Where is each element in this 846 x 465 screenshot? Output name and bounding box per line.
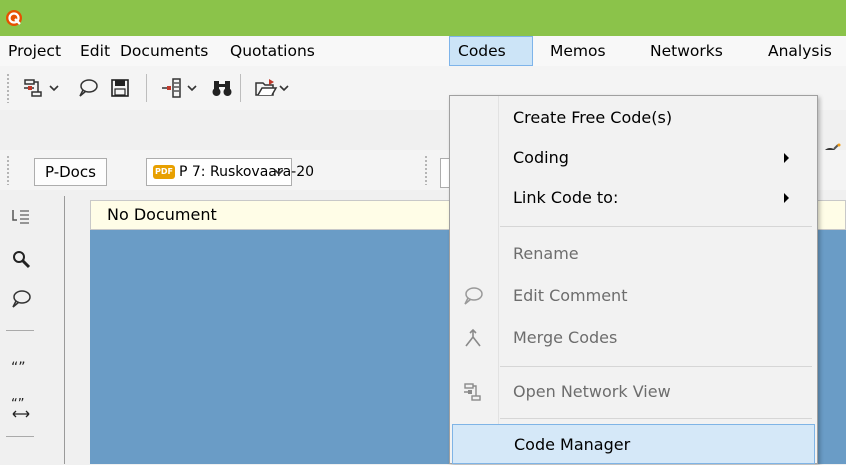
menu-item-create-free-codes[interactable]: Create Free Code(s) bbox=[452, 98, 815, 138]
menu-item-label: Edit Comment bbox=[513, 286, 628, 305]
menu-codes[interactable]: Codes bbox=[449, 36, 533, 66]
folder-open-icon bbox=[255, 79, 278, 96]
search-button[interactable] bbox=[208, 74, 236, 102]
document-tree-icon bbox=[162, 78, 181, 98]
chevron-down-icon bbox=[187, 85, 197, 92]
network-view-icon bbox=[24, 79, 42, 97]
save-icon bbox=[111, 79, 129, 97]
app-logo-icon bbox=[6, 10, 22, 26]
menu-item-edit-comment[interactable]: Edit Comment bbox=[452, 276, 815, 316]
network-view-icon bbox=[462, 381, 484, 403]
codes-menu: Create Free Code(s) Coding Link Code to:… bbox=[449, 95, 818, 464]
menu-separator bbox=[500, 418, 812, 419]
side-separator bbox=[6, 330, 34, 331]
menu-item-link-code-to[interactable]: Link Code to: bbox=[452, 178, 815, 218]
primary-docs-dropdown[interactable] bbox=[184, 74, 200, 102]
comment-button[interactable] bbox=[10, 288, 32, 310]
menu-memos[interactable]: Memos bbox=[542, 36, 614, 66]
document-title: No Document bbox=[107, 205, 217, 224]
svg-text:“”: “” bbox=[11, 398, 24, 412]
toolbar-grip[interactable] bbox=[6, 73, 10, 103]
menu-separator bbox=[500, 226, 812, 227]
menu-documents[interactable]: Documents bbox=[112, 36, 216, 66]
menu-item-label: Coding bbox=[513, 148, 569, 167]
menu-item-code-manager[interactable]: Code Manager bbox=[452, 424, 815, 464]
save-button[interactable] bbox=[106, 74, 134, 102]
toolbar-grip[interactable] bbox=[424, 155, 428, 185]
code-list-icon bbox=[12, 210, 29, 224]
menu-item-label: Link Code to: bbox=[513, 188, 619, 207]
submenu-arrow-icon bbox=[784, 153, 789, 163]
merge-icon bbox=[462, 327, 484, 349]
resize-quotation-button[interactable]: “” bbox=[10, 398, 32, 420]
chevron-down-icon bbox=[49, 85, 59, 92]
speech-bubble-icon bbox=[79, 79, 98, 97]
pdf-icon: PDF bbox=[153, 165, 175, 179]
network-view-dropdown[interactable] bbox=[46, 74, 62, 102]
menu-separator bbox=[500, 366, 812, 367]
document-select[interactable]: PDF P 7: Ruskovaara-20 bbox=[146, 158, 314, 186]
side-separator bbox=[6, 436, 34, 437]
open-folder-dropdown[interactable] bbox=[276, 74, 292, 102]
toolbar-separator bbox=[146, 74, 147, 102]
speech-bubble-icon bbox=[462, 285, 484, 307]
search-button[interactable] bbox=[10, 248, 32, 270]
menu-item-open-network-view[interactable]: Open Network View bbox=[452, 372, 815, 412]
menu-item-label: Open Network View bbox=[513, 382, 671, 401]
chevron-down-icon bbox=[273, 159, 285, 194]
speech-bubble-icon bbox=[12, 290, 31, 308]
menu-item-rename[interactable]: Rename bbox=[452, 234, 815, 274]
menu-item-coding[interactable]: Coding bbox=[452, 138, 815, 178]
side-toolbar: “” “” bbox=[0, 196, 40, 464]
magnifier-icon bbox=[13, 251, 31, 269]
binoculars-icon bbox=[212, 81, 232, 96]
side-divider bbox=[64, 196, 65, 464]
document-select-value: P 7: Ruskovaara-20 bbox=[179, 164, 315, 180]
menu-item-label: Rename bbox=[513, 244, 579, 263]
menu-bar: Project Edit Documents Quotations Codes … bbox=[0, 36, 846, 67]
quote-resize-icon: “” bbox=[11, 398, 30, 418]
menu-item-label: Code Manager bbox=[514, 435, 631, 454]
primary-docs-network-button[interactable] bbox=[158, 74, 186, 102]
menu-item-merge-codes[interactable]: Merge Codes bbox=[452, 318, 815, 358]
quotation-button[interactable]: “” bbox=[10, 356, 32, 378]
menu-analysis[interactable]: Analysis bbox=[760, 36, 840, 66]
title-bar bbox=[0, 0, 846, 36]
quote-marks-icon: “” bbox=[11, 360, 26, 374]
menu-project[interactable]: Project bbox=[0, 36, 69, 66]
network-view-button[interactable] bbox=[20, 74, 48, 102]
menu-networks[interactable]: Networks bbox=[642, 36, 731, 66]
code-list-button[interactable] bbox=[10, 206, 32, 228]
toolbar-grip[interactable] bbox=[6, 155, 10, 185]
p-docs-button[interactable]: P-Docs bbox=[34, 158, 107, 186]
submenu-arrow-icon bbox=[784, 193, 789, 203]
menu-quotations[interactable]: Quotations bbox=[222, 36, 323, 66]
menu-item-label: Merge Codes bbox=[513, 328, 618, 347]
chevron-down-icon bbox=[279, 85, 289, 92]
svg-text:“”: “” bbox=[11, 360, 26, 374]
toolbar-separator bbox=[240, 74, 241, 102]
comment-button[interactable] bbox=[74, 74, 102, 102]
menu-item-label: Create Free Code(s) bbox=[513, 108, 673, 127]
